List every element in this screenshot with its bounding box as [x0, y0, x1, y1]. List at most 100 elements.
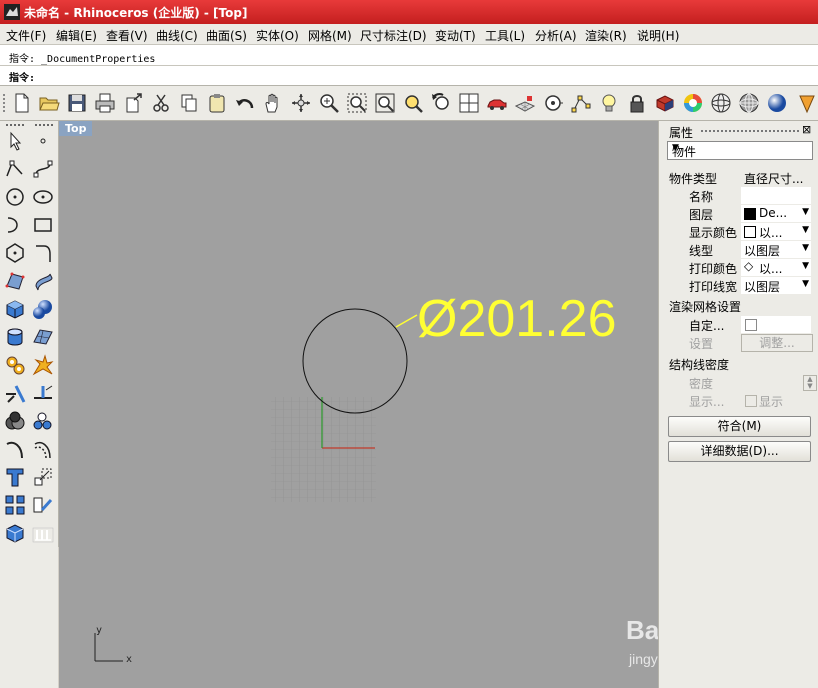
render-mesh-custom-box [741, 316, 811, 333]
zoom-dynamic-icon[interactable] [318, 92, 340, 114]
array-icon[interactable] [4, 494, 26, 516]
grid-plane-icon[interactable] [514, 92, 536, 114]
trim-icon[interactable] [32, 382, 54, 404]
zoom-selected-icon[interactable] [402, 92, 424, 114]
menu-tools[interactable]: 工具(L) [485, 27, 525, 44]
plane-surface-icon[interactable] [32, 326, 54, 348]
isocurve-density-field[interactable] [741, 374, 811, 391]
open-folder-icon[interactable] [38, 92, 60, 114]
select-arrow-icon[interactable] [4, 130, 26, 152]
polyline-icon[interactable] [4, 158, 26, 180]
boolean-icon[interactable] [4, 410, 26, 432]
point-icon[interactable] [32, 130, 54, 152]
menu-dimension[interactable]: 尺寸标注(D) [360, 27, 427, 44]
menu-analyze[interactable]: 分析(A) [535, 27, 577, 44]
left-toolbar-grip-1[interactable] [6, 124, 24, 128]
prop-display-color-dropdown[interactable]: 以... ▼ [741, 223, 811, 240]
text-icon[interactable] [4, 466, 26, 488]
isocurve-density-spinner[interactable]: ▲ ▼ [803, 375, 817, 391]
wireframe-sphere-icon[interactable] [710, 92, 732, 114]
box-solid-icon[interactable] [4, 298, 26, 320]
select-points-icon[interactable] [570, 92, 592, 114]
gear-solid-icon[interactable] [4, 354, 26, 376]
save-icon[interactable] [66, 92, 88, 114]
new-file-icon[interactable] [11, 92, 33, 114]
menu-mesh[interactable]: 网格(M) [308, 27, 352, 44]
panel-close-icon[interactable]: ⊠ [802, 123, 811, 136]
menu-view[interactable]: 查看(V) [106, 27, 148, 44]
rectangle-icon[interactable] [32, 214, 54, 236]
cylinder-solid-icon[interactable] [4, 326, 26, 348]
export-icon[interactable] [123, 92, 145, 114]
command-history: 指令: _DocumentProperties [9, 54, 156, 65]
ellipse-icon[interactable] [32, 186, 54, 208]
match-properties-button[interactable]: 符合(M) [668, 416, 811, 437]
light-bulb-icon[interactable] [598, 92, 620, 114]
zoom-extents-icon[interactable] [374, 92, 396, 114]
curve-point-icon[interactable] [32, 158, 54, 180]
shaded-sphere-icon[interactable] [654, 92, 676, 114]
render-sphere-icon[interactable] [766, 92, 788, 114]
circle-icon[interactable] [4, 186, 26, 208]
arc-icon[interactable] [4, 214, 26, 236]
isocurve-show-checkbox[interactable] [745, 395, 757, 407]
prop-linetype-dropdown[interactable]: 以图层 ▼ [741, 241, 811, 258]
rotate-view-icon[interactable] [290, 92, 312, 114]
diameter-dimension-text[interactable]: Ø201.26 [417, 290, 617, 348]
fillet-curve-icon[interactable] [32, 242, 54, 264]
copy-icon[interactable] [178, 92, 200, 114]
four-viewports-icon[interactable] [458, 92, 480, 114]
zoom-window-icon[interactable] [346, 92, 368, 114]
menu-file[interactable]: 文件(F) [6, 27, 46, 44]
color-wheel-icon[interactable] [682, 92, 704, 114]
menu-solid[interactable]: 实体(O) [256, 27, 299, 44]
prop-print-width-dropdown[interactable]: 以图层 ▼ [741, 277, 811, 294]
point-osnap-icon[interactable] [542, 92, 564, 114]
polygon-icon[interactable] [4, 242, 26, 264]
watermark-url: jingyan.baidu.com [628, 651, 658, 667]
render-mesh-adjust-button[interactable]: 调整... [741, 334, 813, 352]
print-icon[interactable] [94, 92, 116, 114]
sphere-solid-icon[interactable] [32, 298, 54, 320]
dimension-leader[interactable] [395, 314, 418, 328]
menu-curve[interactable]: 曲线(C) [156, 27, 198, 44]
prop-print-color-dropdown[interactable]: ◇ 以... ▼ [741, 259, 811, 276]
surface-from-points-icon[interactable] [4, 270, 26, 292]
orient-icon[interactable] [32, 494, 54, 516]
dimension-icon[interactable] [32, 522, 54, 544]
menu-edit[interactable]: 编辑(E) [56, 27, 97, 44]
menu-surface[interactable]: 曲面(S) [206, 27, 247, 44]
lock-icon[interactable] [626, 92, 648, 114]
undo-icon[interactable] [234, 92, 256, 114]
viewport-title-tab[interactable]: Top [59, 121, 93, 136]
cut-icon[interactable] [150, 92, 172, 114]
layer-color-swatch [744, 208, 756, 220]
undo-view-icon[interactable] [430, 92, 452, 114]
split-icon[interactable] [4, 382, 26, 404]
menu-help[interactable]: 说明(H) [637, 27, 679, 44]
offset-curve-icon[interactable] [32, 438, 54, 460]
toolbar-grip[interactable] [3, 94, 8, 112]
paste-icon[interactable] [206, 92, 228, 114]
panel-page-select[interactable]: 物件 ▼ [667, 141, 813, 160]
prop-name-field[interactable] [741, 187, 811, 204]
menu-transform[interactable]: 变动(T) [435, 27, 476, 44]
car-icon[interactable] [486, 92, 508, 114]
mesh-box-icon[interactable] [4, 522, 26, 544]
prop-layer-dropdown[interactable]: De... ▼ [741, 205, 811, 222]
explode-icon[interactable] [32, 354, 54, 376]
render-icon[interactable] [796, 92, 818, 114]
left-toolbar-grip-2[interactable] [35, 124, 53, 128]
points-cloud-icon[interactable] [32, 410, 54, 432]
menu-render[interactable]: 渲染(R) [585, 27, 627, 44]
scale-icon[interactable] [32, 466, 54, 488]
mesh-sphere-icon[interactable] [738, 92, 760, 114]
panel-grip[interactable] [701, 130, 799, 134]
pan-hand-icon[interactable] [262, 92, 284, 114]
render-mesh-custom-checkbox[interactable] [745, 319, 757, 331]
viewport-top[interactable]: Ø201.26 y x Bai du 经验 jingyan.baidu.com … [59, 121, 658, 688]
curve-tool-icon[interactable] [4, 438, 26, 460]
command-input[interactable] [44, 68, 808, 84]
details-button[interactable]: 详细数据(D)... [668, 441, 811, 462]
extrude-surface-icon[interactable] [32, 270, 54, 292]
